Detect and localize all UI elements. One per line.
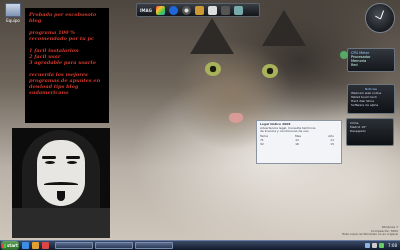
gadget-bar-label: IMAG	[140, 7, 152, 13]
popup-table-row: 32 16 15	[260, 142, 338, 146]
windows-flag-icon	[2, 243, 7, 248]
weather-gadget[interactable]: Clima Madrid 19° Despejado	[346, 118, 394, 146]
cat-eye	[262, 64, 278, 78]
anonymous-mask-image	[12, 128, 110, 238]
cpu-gadget-line: Red	[351, 63, 358, 67]
folder-icon[interactable]	[32, 242, 39, 249]
mask-brow	[42, 156, 56, 159]
cat-ear	[190, 18, 234, 54]
start-label: start	[7, 243, 18, 248]
windows-version-watermark: Windows 7 Compilación 7600 Esta copia de…	[340, 225, 398, 237]
desktop-icon-computer[interactable]: Equipo	[3, 3, 23, 23]
mask-mustache	[44, 182, 78, 187]
tray-clock[interactable]: 7:08	[388, 243, 397, 248]
document-icon[interactable]	[207, 5, 217, 15]
network-icon[interactable]	[365, 243, 371, 248]
jacket-shape	[12, 208, 110, 238]
security-icon[interactable]	[379, 243, 385, 248]
cat-nose	[229, 113, 243, 123]
popup-cell: 16	[295, 141, 299, 146]
cpu-icon	[340, 51, 348, 59]
mask-eye	[67, 161, 77, 164]
ie-icon[interactable]	[22, 242, 29, 249]
system-tray: 7:08	[365, 243, 400, 248]
start-button[interactable]: start	[1, 241, 19, 250]
taskbar-task-button[interactable]	[95, 242, 133, 249]
news-gadget[interactable]: Noticias Webcam web online Tablet touch …	[347, 84, 395, 114]
volume-icon[interactable]	[372, 243, 378, 248]
taskbar-task-button[interactable]	[135, 242, 173, 249]
notice-popup[interactable]: Legal Notice 2008 Advertencia legal. Con…	[256, 120, 342, 164]
taskbar: start 7:08	[0, 240, 400, 250]
taskbar-tasks	[55, 242, 175, 249]
blog-text-panel: Probado por escobosoto blog programa 100…	[25, 8, 109, 123]
settings-icon[interactable]	[220, 5, 230, 15]
computer-icon	[5, 3, 21, 17]
blog-line-2: programa 100 % recomendado por tu pc	[29, 30, 95, 42]
desktop-icon-label: Equipo	[6, 18, 20, 23]
popup-cell: 32	[260, 141, 264, 146]
windows-logo-icon[interactable]	[155, 5, 165, 15]
globe-icon[interactable]	[168, 5, 178, 15]
taskbar-task-button[interactable]	[55, 242, 93, 249]
blog-line-5: 3 agradable para usarlo	[29, 60, 96, 66]
news-item[interactable]: Software de alpha	[351, 103, 391, 107]
media-player-icon[interactable]	[42, 242, 49, 249]
blog-line-6: recuerda los mejores programas de apunte…	[29, 72, 101, 96]
folder-icon[interactable]	[194, 5, 204, 15]
monitor-icon[interactable]	[233, 5, 243, 15]
mask-goatee	[57, 191, 65, 201]
mask-eye	[45, 161, 55, 164]
cat-ear	[262, 10, 306, 46]
popup-cell: 15	[330, 141, 334, 146]
watermark-line: Esta copia de Windows no es original	[342, 232, 398, 237]
weather-condition: Despejado	[350, 129, 366, 133]
gadget-bar: IMAG	[136, 3, 260, 17]
cat-eye	[205, 62, 221, 76]
blog-line-1: Probado por escobosoto blog	[29, 12, 97, 24]
gauge-icon[interactable]	[181, 5, 191, 15]
clock-gadget[interactable]	[365, 3, 395, 33]
cpu-meter-gadget[interactable]: CPU Meter Procesador Memoria Red	[340, 48, 395, 72]
mask-brow	[66, 156, 80, 159]
